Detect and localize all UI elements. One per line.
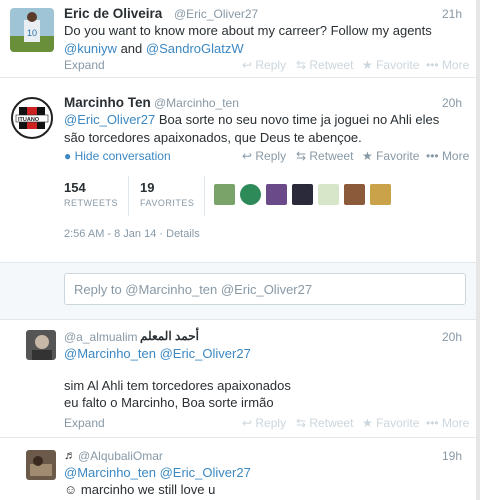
favorite-count[interactable]: 19 xyxy=(140,180,154,195)
reply-button[interactable]: ↩ Reply xyxy=(242,58,286,72)
details-link[interactable]: Details xyxy=(166,228,200,240)
mention-link[interactable]: @Eric_Oliver27 xyxy=(160,465,251,480)
expand-link[interactable]: Expand xyxy=(64,58,105,72)
mention-link[interactable]: @Eric_Oliver27 xyxy=(160,346,251,361)
avatar[interactable] xyxy=(26,330,56,360)
favorite-button[interactable]: ★ Favorite xyxy=(362,416,419,430)
favorite-button[interactable]: ★ Favorite xyxy=(362,58,419,72)
reply-button[interactable]: ↩ Reply xyxy=(242,149,286,163)
tweet-actions: Expand ↩ Reply ⇆ Retweet ★ Favorite ••• … xyxy=(64,416,469,432)
mention-link[interactable]: @kuniyw xyxy=(64,41,117,56)
stats-divider xyxy=(128,176,129,216)
reply-icon: ↩ xyxy=(242,149,256,163)
retweet-icon: ⇆ xyxy=(296,149,310,163)
tweet-text-line2: ☺ marcinho we still love u xyxy=(64,482,216,497)
tweet-text-line2: @kuniyw and @SandroGlatzW xyxy=(64,41,244,56)
mention-link[interactable]: @Marcinho_ten xyxy=(64,346,156,361)
tweet-date: 2:56 AM - 8 Jan 14 · Details xyxy=(64,228,200,240)
more-button[interactable]: ••• More xyxy=(426,416,469,430)
favoriter-avatar[interactable] xyxy=(240,184,261,205)
tweet-text: @Marcinho_ten @Eric_Oliver27 xyxy=(64,345,251,363)
tweet-item[interactable]: @a_almualim أحمد المعلم 20h @Marcinho_te… xyxy=(0,320,476,438)
reply-button[interactable]: ↩ Reply xyxy=(242,416,286,430)
author-name[interactable]: Eric de Oliveira xyxy=(64,6,162,21)
tweet-text-line2: são torcedores apaixonados, que Deus te … xyxy=(64,130,362,145)
timestamp[interactable]: 19h xyxy=(442,449,462,463)
more-button[interactable]: ••• More xyxy=(426,149,469,163)
reply-icon: ↩ xyxy=(242,416,256,430)
author-name[interactable]: ♬ xyxy=(64,448,76,462)
favoriter-avatar[interactable] xyxy=(318,184,339,205)
svg-text:ITUANO: ITUANO xyxy=(18,117,40,123)
tweet-item-expanded[interactable]: ITUANO Marcinho Ten @Marcinho_ten 20h @E… xyxy=(0,78,476,262)
tweet-text-line2: sim Al Ahli tem torcedores apaixonados xyxy=(64,378,291,393)
author-handle[interactable]: @a_almualim xyxy=(64,330,138,344)
more-icon: ••• xyxy=(426,58,442,72)
timestamp[interactable]: 20h xyxy=(442,96,462,110)
tweet-text: @Eric_Oliver27 Boa sorte no seu novo tim… xyxy=(64,112,440,127)
timestamp[interactable]: 20h xyxy=(442,330,462,344)
tweet-stats: 154 RETWEETS 19 FAVORITES xyxy=(64,176,394,220)
tweet-text-line3: eu falto o Marcinho, Boa sorte irmão xyxy=(64,395,274,410)
conversation-icon: ● xyxy=(64,149,75,163)
tweet-item[interactable]: 10 Eric de Oliveira @Eric_Oliver27 21h D… xyxy=(0,0,476,78)
favoriter-avatar[interactable] xyxy=(292,184,313,205)
author-name[interactable]: أحمد المعلم xyxy=(140,329,199,343)
retweet-count-label: RETWEETS xyxy=(64,198,119,208)
mention-link[interactable]: @Marcinho_ten xyxy=(64,465,156,480)
expand-link[interactable]: Expand xyxy=(64,416,105,430)
favoriter-avatar[interactable] xyxy=(266,184,287,205)
favoriter-avatar[interactable] xyxy=(344,184,365,205)
mention-link[interactable]: @Eric_Oliver27 xyxy=(64,112,155,127)
retweet-count[interactable]: 154 xyxy=(64,180,86,195)
smiley-emoji-icon: ☺ xyxy=(64,482,78,497)
tweet-text: @Marcinho_ten @Eric_Oliver27 xyxy=(64,464,251,482)
reply-icon: ↩ xyxy=(242,58,256,72)
tweet-actions: Expand ↩ Reply ⇆ Retweet ★ Favorite ••• … xyxy=(64,58,469,74)
retweet-button[interactable]: ⇆ Retweet xyxy=(296,149,353,163)
author-name[interactable]: Marcinho Ten xyxy=(64,95,151,110)
timestamp[interactable]: 21h xyxy=(442,7,462,21)
tweet-actions: ● Hide conversation ↩ Reply ⇆ Retweet ★ … xyxy=(64,149,469,165)
avatar[interactable]: 10 xyxy=(10,8,54,52)
favoriter-avatar[interactable] xyxy=(214,184,235,205)
reply-box: Reply to @Marcinho_ten @Eric_Oliver27 xyxy=(0,262,476,320)
avatar[interactable]: ITUANO xyxy=(10,96,54,140)
reply-input[interactable]: Reply to @Marcinho_ten @Eric_Oliver27 xyxy=(64,273,466,305)
svg-text:10: 10 xyxy=(27,28,37,38)
retweet-icon: ⇆ xyxy=(296,416,310,430)
tweet-text: Do you want to know more about my carree… xyxy=(64,23,432,38)
favorite-count-label: FAVORITES xyxy=(140,198,195,208)
retweet-icon: ⇆ xyxy=(296,58,310,72)
author-handle[interactable]: @AlqubaliOmar xyxy=(78,449,163,463)
star-icon: ★ xyxy=(362,58,377,72)
favoriter-avatar[interactable] xyxy=(370,184,391,205)
favorite-button[interactable]: ★ Favorite xyxy=(362,149,419,163)
avatar[interactable] xyxy=(26,450,56,480)
mention-link[interactable]: @SandroGlatzW xyxy=(146,41,244,56)
retweet-button[interactable]: ⇆ Retweet xyxy=(296,416,353,430)
star-icon: ★ xyxy=(362,149,377,163)
hide-conversation-link[interactable]: ● Hide conversation xyxy=(64,149,171,163)
scrollbar[interactable] xyxy=(476,0,480,500)
more-icon: ••• xyxy=(426,416,442,430)
tweet-item[interactable]: ♬ @AlqubaliOmar 19h @Marcinho_ten @Eric_… xyxy=(0,438,476,500)
more-icon: ••• xyxy=(426,149,442,163)
retweet-button[interactable]: ⇆ Retweet xyxy=(296,58,353,72)
author-handle[interactable]: @Marcinho_ten xyxy=(154,96,239,110)
star-icon: ★ xyxy=(362,416,377,430)
stats-divider xyxy=(204,176,205,216)
more-button[interactable]: ••• More xyxy=(426,58,469,72)
author-handle[interactable]: @Eric_Oliver27 xyxy=(174,7,258,21)
